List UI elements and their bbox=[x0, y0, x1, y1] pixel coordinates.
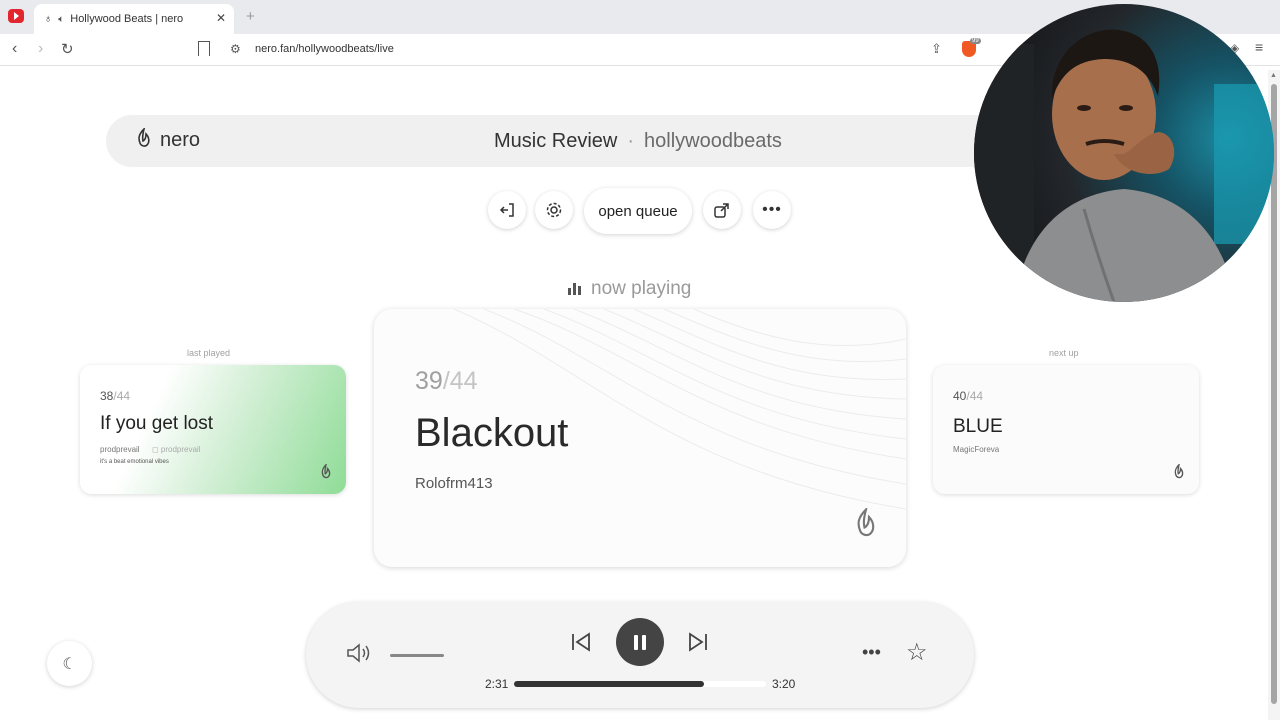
brand-logo[interactable]: nero bbox=[136, 126, 201, 153]
skip-previous-icon bbox=[572, 632, 590, 652]
share-button[interactable] bbox=[703, 191, 741, 229]
tab-title: Hollywood Beats | nero bbox=[70, 13, 184, 25]
flame-icon bbox=[320, 462, 332, 482]
track-number: 39 bbox=[415, 367, 443, 395]
pause-icon bbox=[634, 634, 638, 650]
instagram-icon: ◻︎ bbox=[152, 445, 161, 454]
track-number: 40 bbox=[953, 389, 967, 403]
volume-slider[interactable] bbox=[390, 654, 444, 657]
star-icon: ☆ bbox=[906, 639, 928, 666]
flame-icon: ♁ bbox=[44, 13, 53, 25]
speaker-icon[interactable]: 🔈︎ bbox=[58, 14, 64, 25]
settings-button[interactable] bbox=[535, 191, 573, 229]
gear-icon bbox=[546, 202, 562, 218]
track-title: BLUE bbox=[953, 416, 1003, 437]
more-icon: ••• bbox=[862, 642, 881, 662]
track-total: /44 bbox=[113, 389, 131, 403]
equalizer-icon bbox=[568, 283, 583, 295]
instagram-handle-text: prodprevail bbox=[160, 445, 201, 454]
track-title: If you get lost bbox=[100, 413, 214, 434]
share-icon bbox=[714, 203, 729, 218]
streamer-video bbox=[974, 29, 1274, 302]
browser-tab[interactable]: ♁ 🔈︎ Hollywood Beats | nero ✕ bbox=[34, 4, 234, 34]
now-playing-card: 39/44 Blackout Rolofrm413 bbox=[374, 309, 906, 567]
channel-name: hollywoodbeats bbox=[644, 130, 782, 152]
moon-icon: ☾ bbox=[62, 655, 77, 673]
track-index: 40/44 bbox=[953, 389, 983, 403]
flame-icon bbox=[136, 126, 152, 153]
progress-bar[interactable] bbox=[514, 681, 766, 687]
page-title: Music Review · hollywoodbeats bbox=[494, 130, 782, 153]
exit-icon bbox=[499, 203, 514, 217]
track-artist: Rolofrm413 bbox=[415, 475, 493, 492]
skip-next-icon bbox=[689, 632, 707, 652]
bookmark-icon[interactable] bbox=[198, 41, 210, 56]
next-up-label: next up bbox=[1049, 348, 1079, 358]
now-playing-label: now playing bbox=[568, 278, 691, 300]
webcam-overlay bbox=[974, 4, 1274, 302]
more-options-button[interactable]: ••• bbox=[753, 191, 791, 229]
reload-icon[interactable]: ↻ bbox=[61, 40, 74, 58]
instagram-handle[interactable]: ◻︎ prodprevail bbox=[152, 445, 200, 454]
track-title: Blackout bbox=[415, 411, 569, 455]
progress-fill bbox=[514, 681, 705, 687]
track-number: 38 bbox=[100, 389, 114, 403]
pause-button[interactable] bbox=[616, 618, 664, 666]
track-index: 39/44 bbox=[415, 367, 478, 396]
share-page-icon[interactable]: ⇪ bbox=[931, 41, 942, 57]
exit-button[interactable] bbox=[488, 191, 526, 229]
brand-name: nero bbox=[160, 129, 201, 151]
address-bar[interactable]: nero.fan/hollywoodbeats/live bbox=[255, 43, 394, 55]
page-title-text: Music Review bbox=[494, 130, 618, 152]
title-separator: · bbox=[627, 130, 635, 152]
track-artist: MagicForeva bbox=[953, 445, 1000, 454]
next-up-card[interactable]: 40/44 BLUE MagicForeva bbox=[933, 365, 1199, 494]
current-time: 2:31 bbox=[485, 677, 509, 691]
track-artist: prodprevail bbox=[100, 445, 140, 454]
site-settings-icon[interactable]: ⚙ bbox=[230, 42, 241, 56]
close-tab-icon[interactable]: ✕ bbox=[216, 11, 226, 25]
track-index: 38/44 bbox=[100, 389, 130, 403]
track-total: /44 bbox=[442, 367, 478, 395]
now-playing-text: now playing bbox=[591, 278, 692, 299]
previous-button[interactable] bbox=[570, 631, 592, 659]
open-queue-button[interactable]: open queue bbox=[584, 188, 692, 234]
favorite-button[interactable]: ☆ bbox=[906, 638, 928, 667]
more-icon: ••• bbox=[762, 201, 782, 218]
forward-icon[interactable]: › bbox=[38, 40, 43, 58]
track-total: /44 bbox=[966, 389, 984, 403]
youtube-icon[interactable] bbox=[8, 9, 24, 23]
back-icon[interactable]: ‹ bbox=[12, 40, 17, 58]
last-played-card[interactable]: 38/44 If you get lost prodprevail ◻︎ pro… bbox=[80, 365, 346, 494]
player-more-button[interactable]: ••• bbox=[862, 642, 881, 663]
theme-toggle-button[interactable]: ☾ bbox=[47, 641, 92, 686]
track-description: it's a beat emotional vibes bbox=[100, 459, 169, 465]
flame-icon bbox=[1173, 462, 1185, 482]
next-button[interactable] bbox=[687, 631, 709, 659]
flame-icon bbox=[854, 506, 878, 545]
last-played-label: last played bbox=[187, 348, 231, 358]
player-bar: 2:31 3:20 ••• ☆ bbox=[306, 602, 974, 708]
pause-icon-bar bbox=[642, 634, 646, 650]
new-tab-icon[interactable]: + bbox=[246, 8, 255, 25]
volume-icon[interactable] bbox=[346, 642, 372, 670]
total-time: 3:20 bbox=[772, 677, 796, 691]
